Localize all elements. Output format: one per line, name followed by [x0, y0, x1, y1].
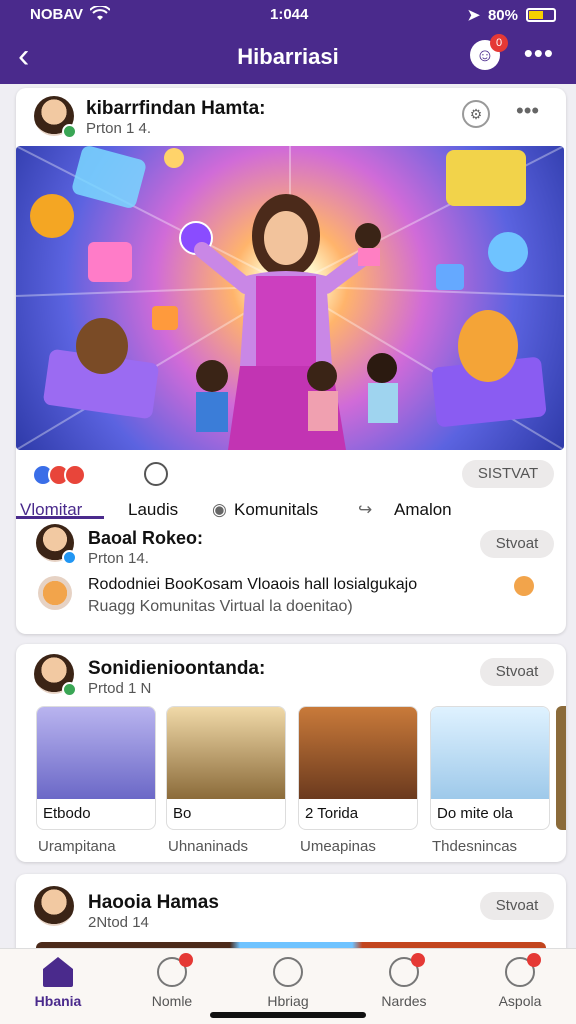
comment-avatar[interactable]: [36, 524, 77, 565]
status-bar: NOBAV 1:044 ➤ 80%: [0, 4, 576, 26]
comment-reply-avatar: [38, 576, 72, 610]
location-icon: ➤: [467, 7, 480, 24]
avatar[interactable]: [34, 886, 74, 926]
tab-label: Hbriag: [267, 993, 309, 1009]
tab-label: Nomle: [151, 993, 193, 1009]
notification-dot: [527, 953, 541, 967]
wifi-icon: [89, 4, 111, 26]
tab-messages[interactable]: Nomle: [122, 953, 222, 1009]
post-card: Sonidienioontanda: Prtod 1 N Stvoat Etbo…: [16, 644, 566, 862]
thumbnail-subtitle: Thdesnincas: [432, 838, 518, 855]
chat-icon: [157, 953, 193, 987]
post-options-icon[interactable]: •••: [516, 98, 539, 124]
tab-profile[interactable]: Aspola: [470, 953, 570, 1009]
tab-create[interactable]: Hbriag: [238, 957, 338, 1009]
comment-action[interactable]: Komunitals: [234, 500, 318, 520]
thumbnail-image: [167, 707, 285, 799]
app-header: NOBAV 1:044 ➤ 80% ‹ Hibarriasi ☺ 0 •••: [0, 0, 576, 84]
post-meta: Prton 1 4.: [86, 120, 152, 137]
comment-author[interactable]: Baoal Rokeo:: [88, 528, 203, 549]
profile-icon: [505, 953, 541, 987]
post-author[interactable]: kibarrfindan Hamta:: [86, 98, 265, 120]
save-button[interactable]: SISTVAT: [462, 460, 554, 488]
comment-icon: ◉: [212, 500, 227, 519]
online-badge: [62, 124, 77, 139]
post-image[interactable]: [16, 146, 564, 450]
media-thumbnail[interactable]: Do mite ola: [430, 706, 550, 830]
notification-dot: [411, 953, 425, 967]
tab-home[interactable]: Hbania: [8, 957, 108, 1009]
tab-label: Nardes: [381, 993, 427, 1009]
notification-badge: 0: [490, 34, 508, 52]
comment-subtext: Ruagg Komunitas Virtual la doenitao): [88, 598, 353, 615]
online-badge: [62, 682, 77, 697]
reaction-emoji-icon[interactable]: [514, 576, 534, 596]
heart-reaction-icon: [64, 464, 86, 486]
share-icon: ↪: [358, 500, 373, 519]
bell-icon: [389, 953, 425, 987]
share-action[interactable]: Amalon: [394, 500, 452, 520]
thumbnail-image: [299, 707, 417, 799]
thumbnail-subtitle: Uhnaninads: [168, 838, 249, 855]
tab-notifications[interactable]: Nardes: [354, 953, 454, 1009]
post-card: kibarrfindan Hamta: Prton 1 4. ⚙ ••• SIS…: [16, 88, 566, 634]
comment-text: Rododniei BooKosam Vloaois hall losialgu…: [88, 576, 418, 593]
media-thumbnail[interactable]: Bo: [166, 706, 286, 830]
applause-action[interactable]: Laudis: [128, 500, 178, 520]
active-action-indicator: [16, 516, 104, 519]
thumbnail-caption: Do mite ola: [437, 805, 513, 822]
home-indicator[interactable]: [210, 1012, 366, 1018]
clock: 1:044: [270, 6, 309, 23]
comment-save-button[interactable]: Stvoat: [480, 530, 554, 558]
notification-button[interactable]: ☺ 0: [470, 34, 508, 70]
thumbnail-caption: Bo: [173, 805, 192, 822]
save-button[interactable]: Stvoat: [480, 658, 554, 686]
battery-icon: [526, 8, 556, 22]
thumbnail-caption: Etbodo: [43, 805, 91, 822]
reaction-summary[interactable]: [32, 464, 86, 491]
avatar[interactable]: [34, 96, 77, 139]
thumbnail-image: [431, 707, 549, 799]
avatar[interactable]: [34, 654, 77, 697]
next-thumbnail-peek[interactable]: [556, 706, 566, 830]
thumbnail-subtitle: Umeapinas: [300, 838, 376, 855]
more-options-icon[interactable]: •••: [524, 38, 554, 69]
tab-label: Hbania: [34, 993, 82, 1009]
thumbnail-caption: 2 Torida: [305, 805, 359, 822]
plus-icon: [273, 957, 303, 987]
media-thumbnail[interactable]: Etbodo: [36, 706, 156, 830]
online-badge: [62, 550, 77, 565]
post-author[interactable]: Haooia Hamas: [88, 892, 219, 914]
comment-count-icon[interactable]: [144, 462, 168, 486]
battery-percent: 80%: [487, 6, 518, 24]
home-icon: [43, 957, 73, 987]
emoji-icon[interactable]: ⚙: [462, 100, 490, 128]
thumbnail-subtitle: Urampitana: [38, 838, 116, 855]
post-meta: Prtod 1 N: [88, 680, 152, 697]
notification-dot: [179, 953, 193, 967]
tab-label: Aspola: [498, 993, 542, 1009]
save-button[interactable]: Stvoat: [480, 892, 554, 920]
post-meta: 2Ntod 14: [88, 914, 149, 931]
carrier-label: NOBAV: [30, 6, 84, 23]
thumbnail-image: [37, 707, 155, 799]
media-thumbnail[interactable]: 2 Torida: [298, 706, 418, 830]
comment-meta: Prton 14.: [88, 550, 149, 567]
post-author[interactable]: Sonidienioontanda:: [88, 658, 265, 680]
